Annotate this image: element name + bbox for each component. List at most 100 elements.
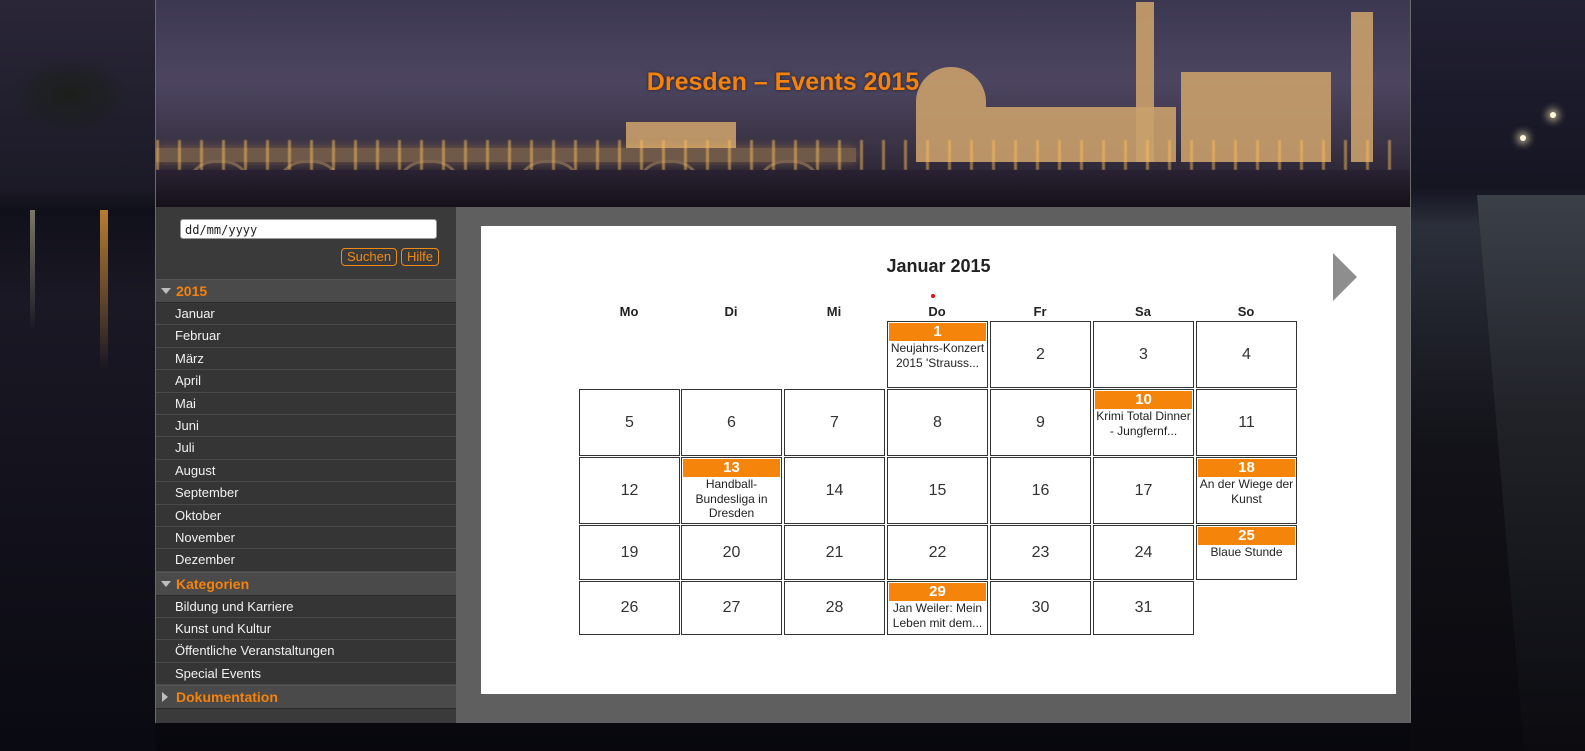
triangle-down-icon (161, 580, 171, 587)
river (156, 170, 1410, 207)
sidebar-item-august[interactable]: August (156, 459, 456, 483)
street-lamp (1550, 112, 1556, 118)
calendar-day[interactable]: 27 (681, 581, 782, 635)
day-number: 23 (1031, 543, 1050, 561)
calendar-day[interactable]: 22 (887, 525, 988, 580)
calendar-day[interactable]: 16 (990, 457, 1091, 524)
calendar-day[interactable]: 28 (784, 581, 885, 635)
calendar-day[interactable]: 7 (784, 389, 885, 456)
sidebar-section-categories[interactable]: Kategorien (156, 571, 456, 596)
event-day-number: 29 (889, 583, 986, 601)
calendar-day[interactable]: 12 (579, 457, 680, 524)
day-number: 15 (928, 481, 947, 499)
sidebar-item-dezember[interactable]: Dezember (156, 549, 456, 572)
event-title[interactable]: Blaue Stunde (1197, 545, 1296, 560)
day-number: 30 (1031, 599, 1050, 616)
sidebar-item-juni[interactable]: Juni (156, 414, 456, 438)
help-button[interactable]: Hilfe (401, 248, 440, 266)
weekday-header: Fr (1033, 304, 1047, 319)
event-title[interactable]: Handball-Bundesliga in Dresden (682, 477, 781, 521)
sidebar-section-year[interactable]: 2015 (156, 279, 456, 303)
calendar-day[interactable]: 9 (990, 389, 1091, 456)
calendar-day-event[interactable]: 1 Neujahrs-Konzert 2015 'Strauss... (887, 321, 988, 388)
weekday-header: So (1237, 304, 1255, 319)
day-number: 26 (620, 599, 639, 616)
sidebar-item-category[interactable]: Öffentliche Veranstaltungen (156, 640, 456, 663)
next-month-arrow-icon[interactable] (1333, 253, 1357, 301)
day-number: 9 (1036, 413, 1045, 431)
day-number: 7 (830, 413, 839, 431)
event-day-number: 18 (1198, 459, 1295, 477)
calendar-day[interactable]: 23 (990, 525, 1091, 580)
calendar-day[interactable]: 24 (1093, 525, 1194, 580)
day-number: 27 (722, 599, 741, 616)
day-number: 12 (620, 481, 639, 499)
calendar-day-event[interactable]: 25 Blaue Stunde (1196, 525, 1297, 580)
calendar-day-event[interactable]: 18 An der Wiege der Kunst (1196, 457, 1297, 524)
day-number: 3 (1139, 345, 1148, 363)
calendar-day[interactable]: 5 (579, 389, 680, 456)
sidebar-section-label: Dokumentation (176, 689, 278, 706)
calendar-day[interactable]: 11 (1196, 389, 1297, 456)
calendar-title: Januar 2015 (886, 256, 991, 276)
event-day-number: 13 (683, 459, 780, 477)
calendar-day[interactable]: 6 (681, 389, 782, 456)
street-lamp (1520, 135, 1526, 141)
day-number: 6 (727, 413, 736, 431)
calendar-day[interactable]: 31 (1093, 581, 1194, 635)
sidebar: dd/mm/yyyy Suchen Hilfe 2015 Januar Febr… (156, 207, 456, 723)
sidebar-item-januar[interactable]: Januar (156, 303, 456, 326)
sidebar-item-maerz[interactable]: März (156, 347, 456, 371)
calendar-day[interactable]: 8 (887, 389, 988, 456)
calendar-day[interactable]: 30 (990, 581, 1091, 635)
sidebar-item-juli[interactable]: Juli (156, 437, 456, 460)
calendar-day-event[interactable]: 29 Jan Weiler: Mein Leben mit dem... (887, 581, 988, 635)
calendar-day[interactable]: 26 (579, 581, 680, 635)
day-number: 2 (1036, 345, 1045, 363)
event-title[interactable]: An der Wiege der Kunst (1197, 477, 1296, 506)
search-button[interactable]: Suchen (341, 248, 398, 266)
sidebar-item-oktober[interactable]: Oktober (156, 504, 456, 527)
weekday-header: Mo (619, 304, 639, 319)
sidebar-item-november[interactable]: November (156, 526, 456, 550)
calendar-panel: Januar 2015 Mo Di Mi Do Fr Sa So 1 Neujahrs-Konz… (481, 226, 1396, 694)
sidebar-item-februar[interactable]: Februar (156, 325, 456, 348)
calendar-day[interactable]: 15 (887, 457, 988, 524)
event-title[interactable]: Krimi Total Dinner - Jungfernf... (1094, 409, 1193, 438)
day-number: 16 (1031, 481, 1050, 499)
sidebar-item-mai[interactable]: Mai (156, 392, 456, 415)
calendar-day[interactable]: 20 (681, 525, 782, 580)
calendar-day[interactable]: 3 (1093, 321, 1194, 388)
calendar-day[interactable]: 2 (990, 321, 1091, 388)
event-day-number: 1 (889, 323, 986, 341)
calendar-day[interactable]: 19 (579, 525, 680, 580)
header-banner: Dresden – Events 2015 (156, 0, 1410, 207)
triangle-down-icon (161, 288, 171, 294)
sidebar-item-category[interactable]: Special Events (156, 662, 456, 686)
calendar-day-event[interactable]: 10 Krimi Total Dinner - Jungfernf... (1093, 389, 1194, 456)
page-container: Dresden – Events 2015 dd/mm/yyyy Suchen … (155, 0, 1411, 723)
day-number: 19 (620, 543, 639, 561)
calendar-day[interactable]: 4 (1196, 321, 1297, 388)
day-number: 5 (625, 413, 634, 431)
background-scenery-left (0, 0, 155, 751)
day-number: 17 (1134, 481, 1153, 499)
calendar-day-event[interactable]: 13 Handball-Bundesliga in Dresden (681, 457, 782, 524)
weekday-header: Mi (826, 304, 842, 319)
riverside-road (1477, 195, 1585, 751)
calendar-day[interactable]: 17 (1093, 457, 1194, 524)
calendar-day[interactable]: 21 (784, 525, 885, 580)
weekday-header: Do (928, 304, 946, 319)
calendar-day[interactable]: 14 (784, 457, 885, 524)
sidebar-item-september[interactable]: September (156, 482, 456, 505)
day-number: 31 (1134, 599, 1153, 616)
sidebar-item-category[interactable]: Bildung und Karriere (156, 595, 456, 619)
date-input[interactable]: dd/mm/yyyy (180, 219, 437, 239)
event-title[interactable]: Neujahrs-Konzert 2015 'Strauss... (888, 341, 987, 370)
weekday-header: Di (724, 304, 738, 319)
sidebar-item-april[interactable]: April (156, 370, 456, 393)
sidebar-section-documentation[interactable]: Dokumentation (156, 685, 456, 710)
light-reflection (30, 210, 35, 330)
event-title[interactable]: Jan Weiler: Mein Leben mit dem... (888, 601, 987, 630)
sidebar-item-category[interactable]: Kunst und Kultur (156, 618, 456, 641)
